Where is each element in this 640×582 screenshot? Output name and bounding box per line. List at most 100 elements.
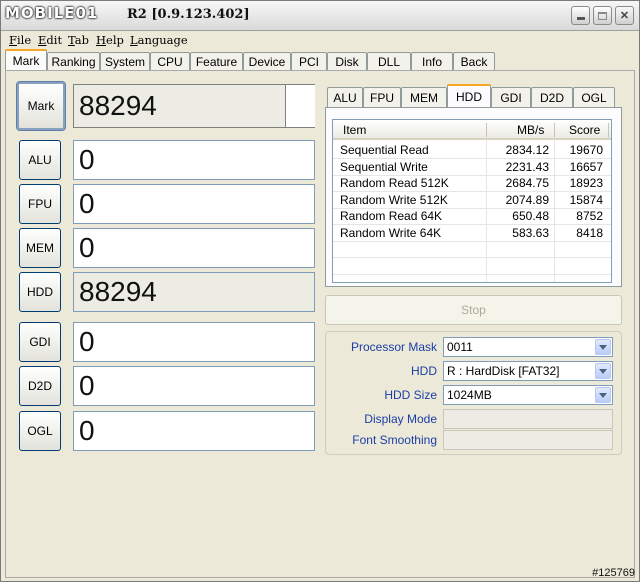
subtab-gdi[interactable]: GDI xyxy=(491,87,531,107)
menu-tab[interactable]: Tab xyxy=(68,33,89,47)
tab-pci[interactable]: PCI xyxy=(291,52,327,70)
row-item: Random Read 64K xyxy=(340,209,443,223)
tab-ranking[interactable]: Ranking xyxy=(47,52,100,70)
row-item: Random Write 64K xyxy=(340,225,442,240)
table-row[interactable]: Sequential Write 2231.43 16657 xyxy=(333,159,611,176)
maximize-button[interactable] xyxy=(593,6,612,25)
subtab-hdd[interactable]: HDD xyxy=(447,84,491,108)
row-item: Sequential Read xyxy=(340,143,429,157)
chevron-down-icon[interactable] xyxy=(595,363,611,379)
tab-system[interactable]: System xyxy=(100,52,150,70)
alu-button[interactable]: ALU xyxy=(19,140,61,180)
hdd-size-value: 1024MB xyxy=(447,388,492,402)
d2d-button[interactable]: D2D xyxy=(19,366,61,406)
font-smoothing-label: Font Smoothing xyxy=(352,433,437,447)
row-mbs: 2231.43 xyxy=(505,159,549,174)
close-icon: ✕ xyxy=(619,10,630,22)
fpu-score: 0 xyxy=(73,184,315,224)
subtab-mem[interactable]: MEM xyxy=(401,87,447,107)
menu-file[interactable]: File xyxy=(9,33,31,47)
table-row[interactable]: Random Write 512K 2074.89 15874 xyxy=(333,192,611,209)
tab-cpu[interactable]: CPU xyxy=(150,52,190,70)
menu-language[interactable]: Language xyxy=(130,33,188,47)
tab-feature[interactable]: Feature xyxy=(190,52,243,70)
tab-mark[interactable]: Mark xyxy=(5,49,47,71)
image-id-watermark: #125769 xyxy=(592,567,635,579)
subtab-fpu[interactable]: FPU xyxy=(363,87,401,107)
hdd-label: HDD xyxy=(411,364,437,378)
table-row[interactable]: Random Read 64K 650.48 8752 xyxy=(333,208,611,225)
subtab-ogl[interactable]: OGL xyxy=(573,87,615,107)
row-score: 8752 xyxy=(576,209,603,223)
alu-score: 0 xyxy=(73,140,315,180)
tab-info[interactable]: Info xyxy=(411,52,453,70)
row-score: 8418 xyxy=(576,225,603,240)
hdd-button[interactable]: HDD xyxy=(19,272,61,312)
results-header: Item MB/s Score xyxy=(333,120,611,140)
ogl-score: 0 xyxy=(73,411,315,451)
table-row[interactable]: Random Write 64K 583.63 8418 xyxy=(333,225,611,242)
mark-score: 88294 xyxy=(73,84,315,128)
header-mbs[interactable]: MB/s xyxy=(517,123,544,137)
d2d-score: 0 xyxy=(73,366,315,406)
row-mbs: 2074.89 xyxy=(505,192,549,207)
row-mbs: 650.48 xyxy=(512,209,549,223)
menu-help[interactable]: Help xyxy=(96,33,124,47)
row-item: Random Read 512K xyxy=(340,176,449,190)
main-tab-strip: Mark Ranking System CPU Feature Device P… xyxy=(1,49,639,71)
row-mbs: 2834.12 xyxy=(505,143,549,157)
menu-edit[interactable]: Edit xyxy=(38,33,62,47)
chevron-down-icon[interactable] xyxy=(595,387,611,403)
row-mbs: 2684.75 xyxy=(505,176,549,190)
window-title: R2 [0.9.123.402] xyxy=(127,7,250,22)
minimize-icon xyxy=(576,17,585,20)
subtab-alu[interactable]: ALU xyxy=(327,87,363,107)
row-item: Sequential Write xyxy=(340,159,428,174)
fpu-button[interactable]: FPU xyxy=(19,184,61,224)
menu-bar: File Edit Tab Help Language xyxy=(1,31,639,49)
results-table[interactable]: Item MB/s Score Sequential Read 2834.12 … xyxy=(332,119,612,283)
row-score: 19670 xyxy=(569,143,603,157)
font-smoothing-field xyxy=(443,430,613,450)
processor-mask-select[interactable]: 0011 xyxy=(443,337,613,357)
hdd-score: 88294 xyxy=(73,272,315,312)
tab-back[interactable]: Back xyxy=(453,52,495,70)
site-logo: MOBILE01 xyxy=(5,4,99,22)
title-bar[interactable]: MOBILE01 R2 [0.9.123.402] ✕ xyxy=(1,1,639,31)
processor-mask-value: 0011 xyxy=(447,340,473,354)
tab-device[interactable]: Device xyxy=(243,52,291,70)
app-window: MOBILE01 R2 [0.9.123.402] ✕ File Edit Ta… xyxy=(0,0,640,582)
row-score: 18923 xyxy=(569,176,603,190)
hdd-value: R : HardDisk [FAT32] xyxy=(447,364,560,378)
hdd-size-select[interactable]: 1024MB xyxy=(443,385,613,405)
row-score: 16657 xyxy=(569,159,603,174)
mark-button[interactable]: Mark xyxy=(16,81,66,131)
table-row[interactable]: Random Read 512K 2684.75 18923 xyxy=(333,175,611,192)
header-item[interactable]: Item xyxy=(343,123,366,137)
tab-dll[interactable]: DLL xyxy=(367,52,411,70)
display-mode-label: Display Mode xyxy=(364,412,437,426)
maximize-icon xyxy=(598,11,607,20)
chevron-down-icon[interactable] xyxy=(595,339,611,355)
subtest-tab-strip: ALU FPU MEM HDD GDI D2D OGL xyxy=(325,84,625,108)
hdd-select[interactable]: R : HardDisk [FAT32] xyxy=(443,361,613,381)
row-mbs: 583.63 xyxy=(512,225,549,240)
row-item: Random Write 512K xyxy=(340,192,448,207)
header-score[interactable]: Score xyxy=(569,123,600,137)
processor-mask-label: Processor Mask xyxy=(350,340,437,354)
display-mode-field xyxy=(443,409,613,429)
stop-button[interactable]: Stop xyxy=(325,295,622,325)
row-score: 15874 xyxy=(569,192,603,207)
mark-score-side-box xyxy=(285,85,315,127)
hdd-size-label: HDD Size xyxy=(384,388,437,402)
ogl-button[interactable]: OGL xyxy=(19,411,61,451)
table-row[interactable]: Sequential Read 2834.12 19670 xyxy=(333,142,611,159)
mem-score: 0 xyxy=(73,228,315,268)
tab-disk[interactable]: Disk xyxy=(327,52,367,70)
minimize-button[interactable] xyxy=(571,6,590,25)
close-button[interactable]: ✕ xyxy=(615,6,634,25)
subtab-d2d[interactable]: D2D xyxy=(531,87,573,107)
gdi-score: 0 xyxy=(73,322,315,362)
mem-button[interactable]: MEM xyxy=(19,228,61,268)
gdi-button[interactable]: GDI xyxy=(19,322,61,362)
